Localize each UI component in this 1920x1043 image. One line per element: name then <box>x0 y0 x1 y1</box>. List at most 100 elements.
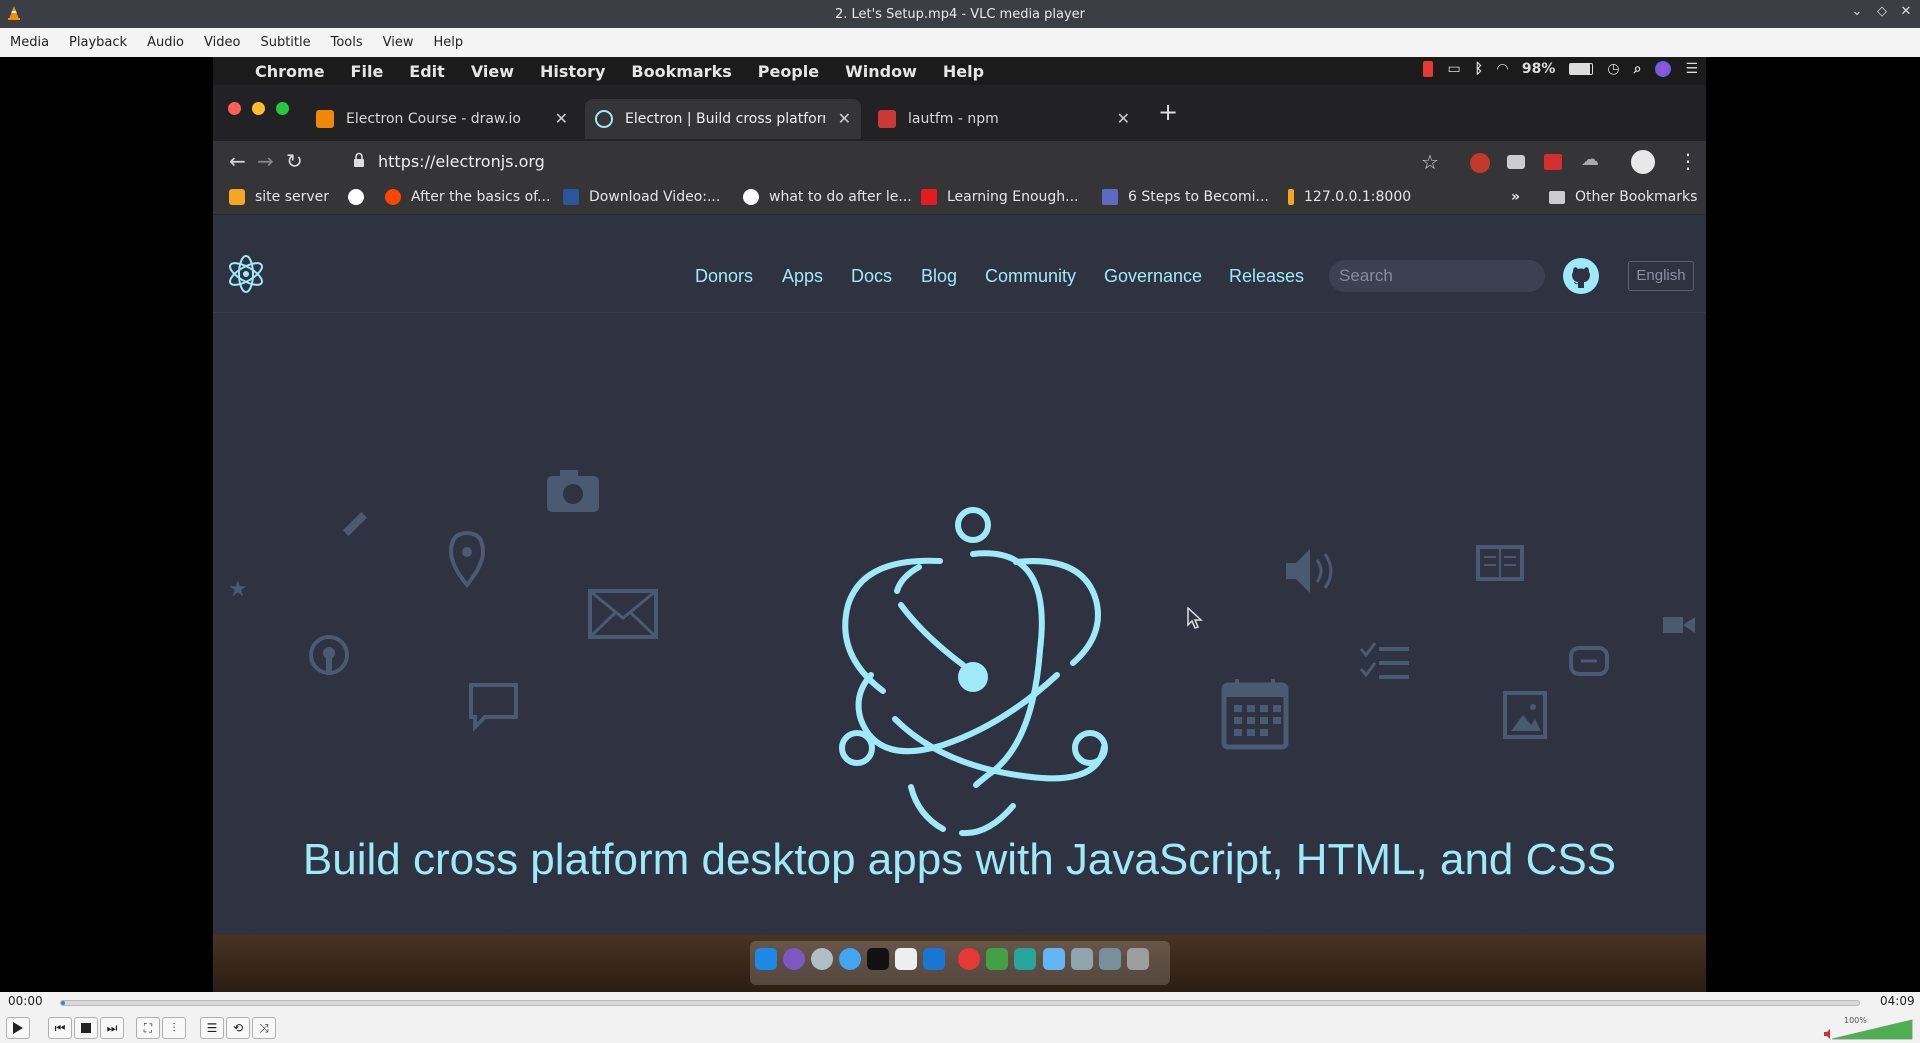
vlc-cone-icon <box>8 6 20 20</box>
bookmark-download-video[interactable]: Download Video:... <box>563 189 720 205</box>
speaker-icon <box>1286 549 1333 593</box>
safari-icon[interactable] <box>839 948 861 970</box>
nav-blog[interactable]: Blog <box>921 266 957 287</box>
fullscreen-button[interactable]: ⛶ <box>136 1017 160 1039</box>
folder-icon[interactable] <box>1071 948 1093 970</box>
menu-playback[interactable]: Playback <box>59 35 137 50</box>
profile-avatar[interactable] <box>1631 150 1655 174</box>
next-button[interactable]: ⏭ <box>100 1017 124 1039</box>
stop-button[interactable] <box>74 1017 98 1039</box>
bookmark-6-steps[interactable]: 6 Steps to Becomi... <box>1102 189 1269 205</box>
video-area[interactable]: Chrome File Edit View History Bookmarks … <box>0 57 1920 992</box>
menu-tools[interactable]: Tools <box>321 35 373 50</box>
preview-icon[interactable] <box>895 948 917 970</box>
stack-icon[interactable] <box>1099 948 1121 970</box>
notes-icon[interactable] <box>986 948 1008 970</box>
new-tab-icon[interactable]: + <box>1158 98 1178 126</box>
bookmark-label: what to do after le... <box>769 189 912 205</box>
extended-settings-button[interactable]: ⫶ <box>162 1017 186 1039</box>
tab-title: Electron Course - draw.io <box>346 111 521 127</box>
electron-hero-logo-icon <box>839 507 1108 837</box>
close-tab-icon[interactable]: ✕ <box>838 109 851 128</box>
bookmark-learning-enough[interactable]: Learning Enough... <box>921 189 1079 205</box>
other-bookmarks-label: Other Bookmarks <box>1575 189 1698 205</box>
nav-docs[interactable]: Docs <box>851 266 892 287</box>
bookmark-favicon-icon <box>1288 189 1294 205</box>
bookmarks-bar: site server After the basics of... Downl… <box>213 183 1706 215</box>
minimize-icon[interactable]: ⌄ <box>1849 4 1865 19</box>
bookmark-globe[interactable] <box>348 189 374 205</box>
tab-npm[interactable]: lautfm - npm ✕ <box>868 99 1140 139</box>
menu-help[interactable]: Help <box>424 35 474 50</box>
bookmark-reddit[interactable]: After the basics of... <box>385 189 550 205</box>
tab-electron[interactable]: Electron | Build cross platform ✕ <box>585 99 861 139</box>
bookmark-localhost[interactable]: 127.0.0.1:8000 <box>1288 189 1411 205</box>
electron-logo-icon[interactable] <box>225 253 267 295</box>
tab-drawio[interactable]: Electron Course - draw.io ✕ <box>306 99 578 139</box>
menu-audio[interactable]: Audio <box>137 35 194 50</box>
menu-media[interactable]: Media <box>0 35 59 50</box>
pdf-extension-icon[interactable] <box>1544 154 1562 170</box>
bookmark-label: Learning Enough... <box>947 189 1079 205</box>
reload-icon[interactable]: ↻ <box>286 149 303 173</box>
svg-text:★: ★ <box>228 577 248 602</box>
hero-tagline: Build cross platform desktop apps with J… <box>302 835 1617 884</box>
trash-icon[interactable] <box>1127 948 1149 970</box>
zoom-window-icon[interactable] <box>276 102 289 115</box>
bookmark-label: 127.0.0.1:8000 <box>1304 189 1412 205</box>
bookmark-star-icon[interactable]: ☆ <box>1421 150 1439 174</box>
github-icon[interactable] <box>1562 257 1600 295</box>
back-icon[interactable]: ← <box>229 149 246 173</box>
shuffle-button[interactable]: ⤨ <box>252 1017 276 1039</box>
pencil-icon <box>342 511 368 537</box>
close-window-icon[interactable] <box>228 102 241 115</box>
forward-icon[interactable]: → <box>257 149 274 173</box>
mac-menu-view: View <box>470 61 515 81</box>
menu-subtitle[interactable]: Subtitle <box>250 35 320 50</box>
other-bookmarks[interactable]: Other Bookmarks <box>1549 189 1697 205</box>
seek-bar[interactable] <box>60 1000 1860 1006</box>
drawio-favicon-icon <box>316 110 334 128</box>
nav-releases[interactable]: Releases <box>1229 266 1304 287</box>
bookmarks-overflow-icon[interactable]: » <box>1511 189 1520 205</box>
cloud-extension-icon[interactable]: ☁ <box>1581 149 1599 170</box>
address-bar[interactable]: https://electronjs.org <box>378 152 545 171</box>
rocket-icon[interactable] <box>811 948 833 970</box>
bookmark-label: site server <box>255 189 330 205</box>
chrome-menu-icon[interactable]: ⋮ <box>1678 149 1698 173</box>
site-search-input[interactable]: Search <box>1329 260 1545 292</box>
mute-icon[interactable] <box>1824 1029 1830 1039</box>
mac-menu-bookmarks: Bookmarks <box>631 61 732 81</box>
finder-icon[interactable] <box>755 948 777 970</box>
volume-slider[interactable]: 100% <box>1824 1014 1914 1040</box>
mac-menu-edit: Edit <box>409 61 445 81</box>
terminal-icon[interactable] <box>867 948 889 970</box>
camera-extension-icon[interactable] <box>1507 155 1525 169</box>
nav-community[interactable]: Community <box>985 266 1076 287</box>
maximize-icon[interactable]: ◇ <box>1874 4 1890 19</box>
playlist-button[interactable]: ☰ <box>200 1017 224 1039</box>
nav-apps[interactable]: Apps <box>782 266 823 287</box>
minimize-window-icon[interactable] <box>252 102 265 115</box>
nav-donors[interactable]: Donors <box>695 266 753 287</box>
previous-button[interactable]: ⏮ <box>48 1017 72 1039</box>
bookmark-site-server[interactable]: site server <box>229 189 329 205</box>
extension-icon[interactable] <box>1470 153 1490 173</box>
tab-title: lautfm - npm <box>908 111 999 127</box>
bookmark-google[interactable]: what to do after le... <box>743 189 912 205</box>
seek-bar-fill <box>61 1001 65 1005</box>
menu-view[interactable]: View <box>373 35 424 50</box>
close-tab-icon[interactable]: ✕ <box>1117 109 1130 128</box>
nav-governance[interactable]: Governance <box>1104 266 1202 287</box>
app-icon[interactable] <box>1014 948 1036 970</box>
vscode-icon[interactable] <box>923 948 945 970</box>
chrome-icon[interactable] <box>958 948 980 970</box>
downloads-folder-icon[interactable] <box>1043 948 1065 970</box>
launchpad-icon[interactable] <box>783 948 805 970</box>
loop-button[interactable]: ⟲ <box>226 1017 250 1039</box>
close-tab-icon[interactable]: ✕ <box>555 109 568 128</box>
play-button[interactable] <box>6 1017 30 1039</box>
language-selector[interactable]: English <box>1628 261 1694 291</box>
menu-video[interactable]: Video <box>194 35 250 50</box>
close-icon[interactable]: ✕ <box>1898 4 1914 19</box>
